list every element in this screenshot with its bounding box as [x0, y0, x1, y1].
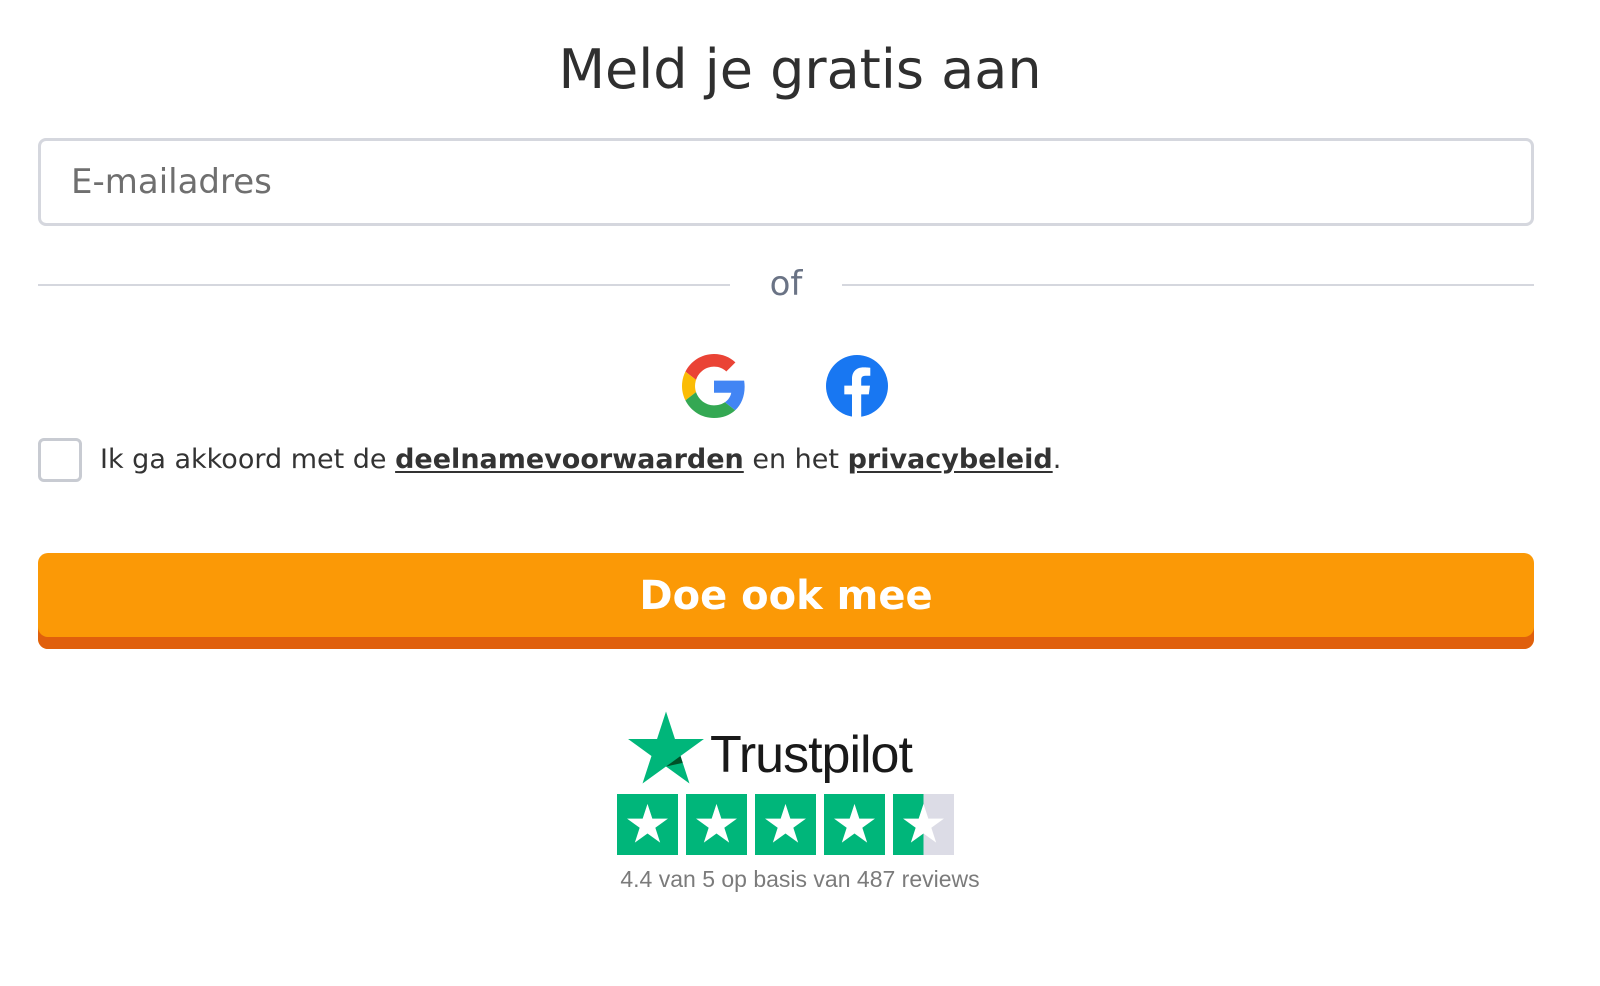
trustpilot-logo[interactable]: Trustpilot — [628, 706, 913, 786]
divider-line-right — [842, 284, 1534, 286]
join-button[interactable]: Doe ook mee — [38, 553, 1534, 649]
facebook-login-button[interactable] — [825, 354, 889, 418]
star-icon — [755, 794, 816, 855]
facebook-icon — [826, 355, 888, 418]
divider-line-left — [38, 284, 730, 286]
star-icon — [686, 794, 747, 855]
consent-row: Ik ga akkoord met de deelnamevoorwaarden… — [38, 438, 1061, 482]
terms-link[interactable]: deelnamevoorwaarden — [395, 444, 744, 475]
consent-middle: en het — [743, 444, 848, 475]
rating-stars — [617, 794, 954, 855]
google-login-button[interactable] — [682, 354, 746, 418]
divider-text: of — [769, 264, 803, 304]
consent-text: Ik ga akkoord met de deelnamevoorwaarden… — [100, 442, 1061, 478]
consent-prefix: Ik ga akkoord met de — [100, 444, 396, 475]
star-icon — [824, 794, 885, 855]
email-input[interactable] — [38, 138, 1534, 226]
consent-suffix: . — [1052, 444, 1062, 475]
rating-summary: 4.4 van 5 op basis van 487 reviews — [620, 866, 980, 892]
privacy-link[interactable]: privacybeleid — [848, 444, 1053, 475]
half-star-icon — [893, 794, 954, 855]
signup-title: Meld je gratis aan — [558, 38, 1042, 101]
trustpilot-brand: Trustpilot — [710, 726, 913, 784]
star-icon — [617, 794, 678, 855]
consent-checkbox[interactable] — [38, 438, 82, 482]
trustpilot-star-icon — [628, 711, 704, 784]
google-icon — [682, 354, 745, 418]
